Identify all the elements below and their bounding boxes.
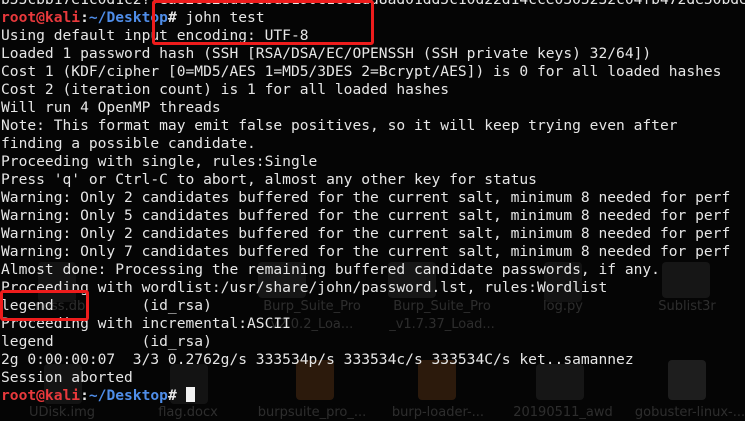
terminal-window[interactable]: ness.db Burp_Suite_Pro v2.0.2_Loa... Bur… [0, 0, 745, 421]
prompt-symbol: # [167, 9, 177, 26]
desktop-icon-label: flag.docx [158, 405, 218, 420]
desktop-icon-label: gobuster-linux-... [634, 405, 745, 420]
output-line: Using default input encoding: UTF-8 [1, 27, 309, 44]
warning-line: Warning: Only 7 candidates buffered for … [1, 243, 731, 260]
command-text: john test [176, 9, 265, 26]
output-line: b55cbb17e1c0d1c2??ea82cc2ddd0cbd3190c1cc… [1, 0, 745, 9]
prompt-separator: : [80, 387, 89, 404]
prompt-user-host: root@kali [1, 387, 81, 404]
cracked-password-line: legend (id_rsa) [1, 297, 212, 314]
output-line: Proceeding with wordlist:/usr/share/john… [1, 279, 608, 296]
output-line: Will run 4 OpenMP threads [1, 99, 221, 116]
terminal-output: b55cbb17e1c0d1c2??ea82cc2ddd0cbd3190c1cc… [1, 0, 745, 405]
output-line: Loaded 1 password hash (SSH [RSA/DSA/EC/… [1, 45, 652, 62]
output-line: Almost done: Processing the remaining bu… [1, 261, 660, 278]
prompt-user-host: root@kali [1, 9, 81, 26]
warning-line: Warning: Only 2 candidates buffered for … [1, 189, 731, 206]
warning-line: Warning: Only 5 candidates buffered for … [1, 207, 731, 224]
output-line: Cost 2 (iteration count) is 1 for all lo… [1, 81, 450, 98]
desktop-icon-label: burpsuite_pro_... [257, 405, 367, 420]
output-line: Proceeding with single, rules:Single [1, 153, 318, 170]
output-line: finding a possible candidate. [1, 135, 256, 152]
prompt-separator: : [80, 9, 89, 26]
text-cursor [185, 387, 195, 402]
output-line: Proceeding with incremental:ASCII [1, 315, 291, 332]
prompt-line[interactable]: root@kali:~/Desktop# [1, 387, 745, 405]
cracked-password-line: legend (id_rsa) [1, 333, 212, 350]
prompt-symbol: # [167, 387, 177, 404]
desktop-icon-label: burp-loader-... [391, 405, 485, 420]
output-line: Cost 1 (KDF/cipher [0=MD5/AES 1=MD5/3DES… [1, 63, 722, 80]
command-line: root@kali:~/Desktop# john test [1, 9, 745, 27]
desktop-icon-label: UDisk.img [28, 405, 96, 420]
prompt-path: ~/Desktop [88, 9, 168, 26]
prompt-path: ~/Desktop [88, 387, 168, 404]
output-line: Note: This format may emit false positiv… [1, 117, 678, 134]
warning-line: Warning: Only 2 candidates buffered for … [1, 225, 731, 242]
output-line: Press 'q' or Ctrl-C to abort, almost any… [1, 171, 537, 188]
output-line: Session aborted [1, 369, 133, 386]
desktop-icon-label: 20190511_awd [513, 405, 613, 420]
status-line: 2g 0:00:00:07 3/3 0.2762g/s 333534p/s 33… [1, 351, 634, 368]
